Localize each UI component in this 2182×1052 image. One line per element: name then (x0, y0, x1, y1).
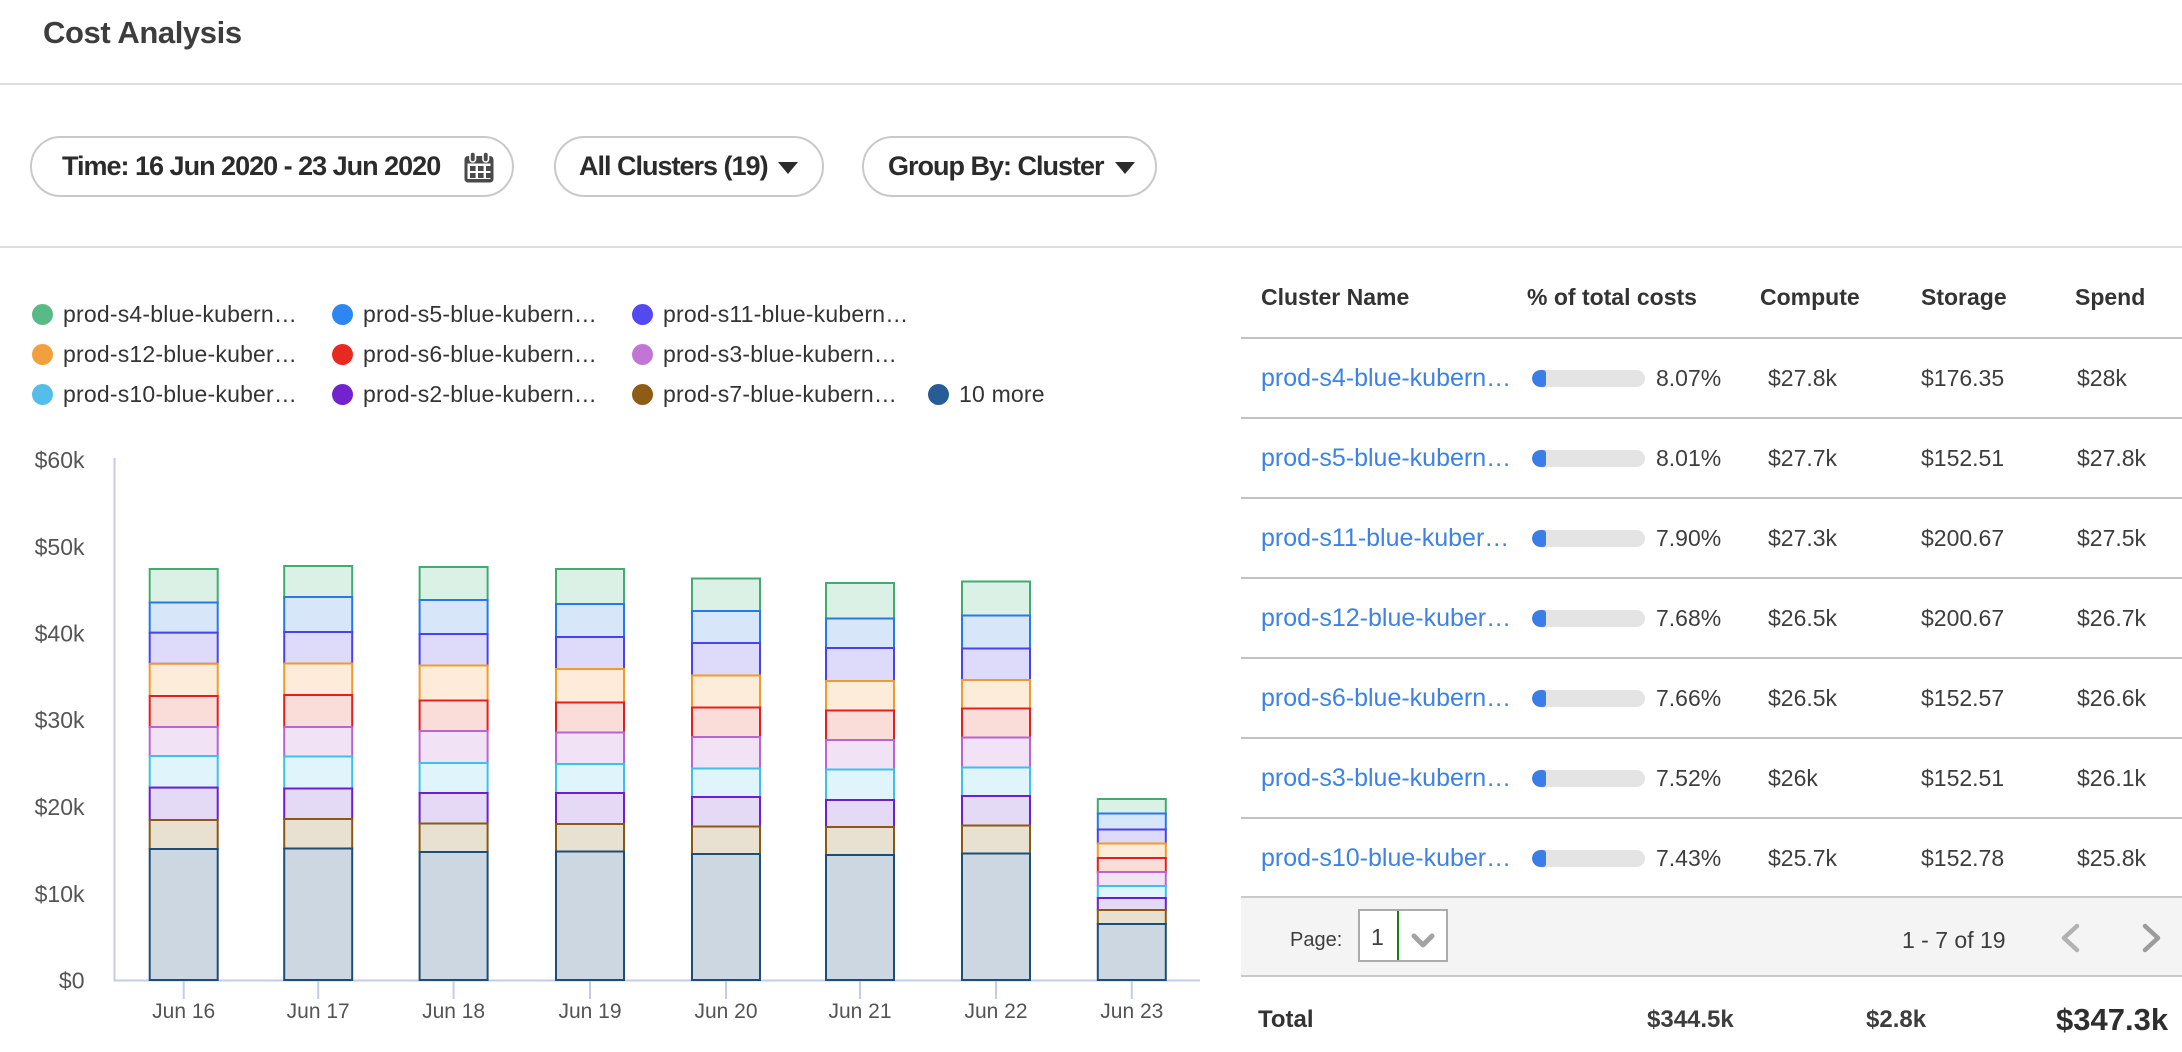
svg-text:$10k: $10k (35, 881, 85, 907)
svg-text:Jun 17: Jun 17 (287, 1000, 350, 1023)
svg-text:Jun 20: Jun 20 (694, 1000, 757, 1023)
svg-text:Jun 18: Jun 18 (422, 1000, 485, 1023)
svg-text:Jun 22: Jun 22 (964, 1000, 1027, 1023)
svg-text:$50k: $50k (35, 534, 85, 560)
svg-text:$20k: $20k (35, 794, 85, 820)
svg-text:Jun 21: Jun 21 (828, 1000, 891, 1023)
svg-text:$0: $0 (59, 968, 85, 994)
svg-text:$30k: $30k (35, 707, 85, 733)
svg-text:Jun 16: Jun 16 (152, 1000, 215, 1023)
svg-text:Jun 19: Jun 19 (558, 1000, 621, 1023)
svg-text:$60k: $60k (35, 447, 85, 473)
svg-text:Jun 23: Jun 23 (1100, 1000, 1163, 1023)
svg-text:$40k: $40k (35, 621, 85, 647)
